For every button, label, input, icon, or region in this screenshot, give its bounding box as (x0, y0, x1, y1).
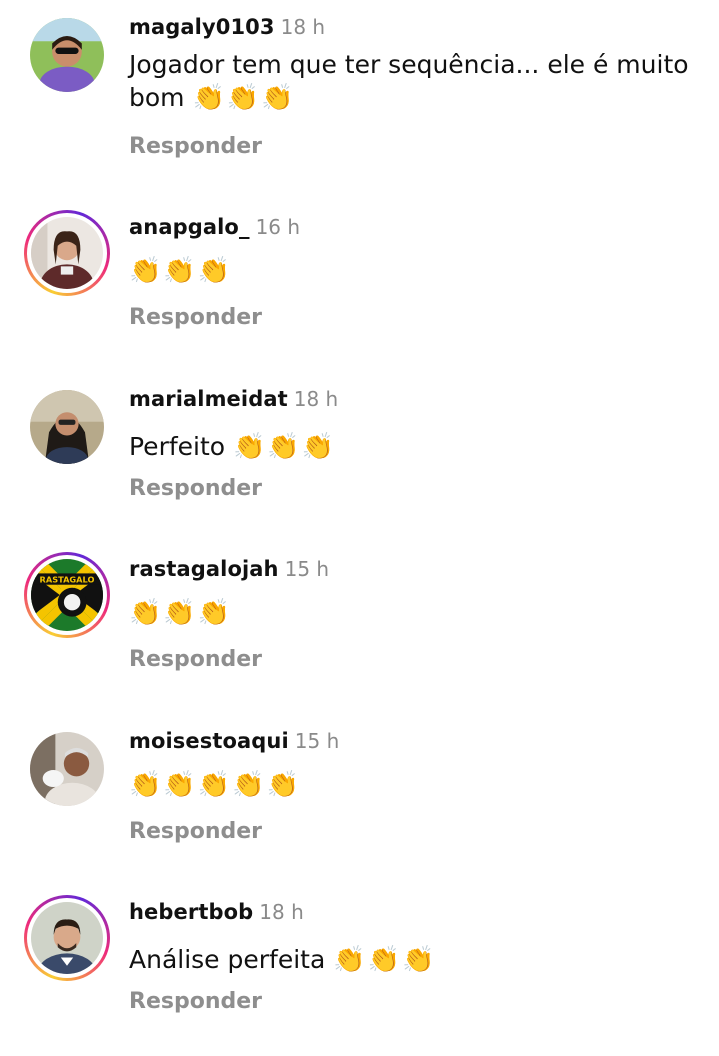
clap-emoji-icon: 👏👏👏 (333, 945, 437, 975)
avatar-image: RASTAGALO (31, 559, 103, 631)
username[interactable]: marialmeidat (129, 387, 288, 411)
comment-meta: anapgalo_ 16 h (129, 212, 300, 242)
comment-text: Análise perfeita 👏👏👏 (129, 943, 689, 977)
timestamp: 15 h (284, 557, 330, 581)
comment-item: moisestoaqui 15 h 👏👏👏👏👏 Responder (0, 714, 719, 885)
username[interactable]: anapgalo_ (129, 215, 250, 239)
avatar[interactable] (24, 210, 110, 296)
comment-meta: hebertbob 18 h (129, 897, 304, 927)
comment-text: 👏👏👏 (129, 254, 689, 288)
clap-emoji-icon: 👏👏👏 (192, 83, 296, 113)
reply-button[interactable]: Responder (129, 647, 262, 672)
timestamp: 18 h (259, 900, 304, 924)
username[interactable]: rastagalojah (129, 557, 279, 581)
username[interactable]: hebertbob (129, 900, 253, 924)
clap-emoji-icon: 👏👏👏 (129, 598, 233, 628)
reply-button[interactable]: Responder (129, 134, 262, 159)
comment-meta: magaly0103 18 h (129, 12, 325, 42)
reply-button[interactable]: Responder (129, 476, 262, 501)
comment-meta: marialmeidat 18 h (129, 384, 338, 414)
clap-emoji-icon: 👏👏👏👏👏 (129, 770, 301, 800)
timestamp: 15 h (294, 729, 340, 753)
comment-text: Jogador tem que ter sequência... ele é m… (129, 48, 689, 115)
avatar-image (31, 217, 103, 289)
avatar[interactable] (24, 895, 110, 981)
timestamp: 18 h (280, 15, 326, 39)
avatar[interactable] (30, 390, 104, 464)
comment-meta: moisestoaqui 15 h (129, 726, 339, 756)
comment-item: magaly0103 18 h Jogador tem que ter sequê… (0, 0, 719, 171)
comment-meta: rastagalojah 15 h (129, 554, 329, 584)
avatar-image (31, 902, 103, 974)
comment-item: marialmeidat 18 h Perfeito 👏👏👏 Responder (0, 372, 719, 543)
timestamp: 16 h (255, 215, 301, 239)
avatar[interactable] (30, 18, 104, 92)
timestamp: 18 h (293, 387, 339, 411)
clap-emoji-icon: 👏👏👏 (233, 432, 337, 462)
comment-text: Perfeito 👏👏👏 (129, 430, 689, 464)
reply-button[interactable]: Responder (129, 819, 262, 844)
comment-item: RASTAGALO rastagalojah 15 h 👏👏👏 Responder (0, 542, 719, 713)
comment-item: hebertbob 18 h Análise perfeita 👏👏👏 Respo… (0, 885, 719, 1056)
clap-emoji-icon: 👏👏👏 (129, 256, 233, 286)
username[interactable]: moisestoaqui (129, 729, 289, 753)
avatar-image (30, 732, 104, 806)
username[interactable]: magaly0103 (129, 15, 275, 39)
avatar[interactable]: RASTAGALO (24, 552, 110, 638)
comment-text: 👏👏👏👏👏 (129, 768, 689, 802)
reply-button[interactable]: Responder (129, 989, 262, 1014)
comment-body: Análise perfeita (129, 945, 326, 974)
comment-body: Perfeito (129, 432, 226, 461)
comment-text: 👏👏👏 (129, 596, 689, 630)
avatar-image (30, 18, 104, 92)
reply-button[interactable]: Responder (129, 305, 262, 330)
avatar[interactable] (30, 732, 104, 806)
comment-item: anapgalo_ 16 h 👏👏👏 Responder (0, 200, 719, 371)
avatar-image (30, 390, 104, 464)
avatar-logo-text: RASTAGALO (40, 575, 95, 585)
